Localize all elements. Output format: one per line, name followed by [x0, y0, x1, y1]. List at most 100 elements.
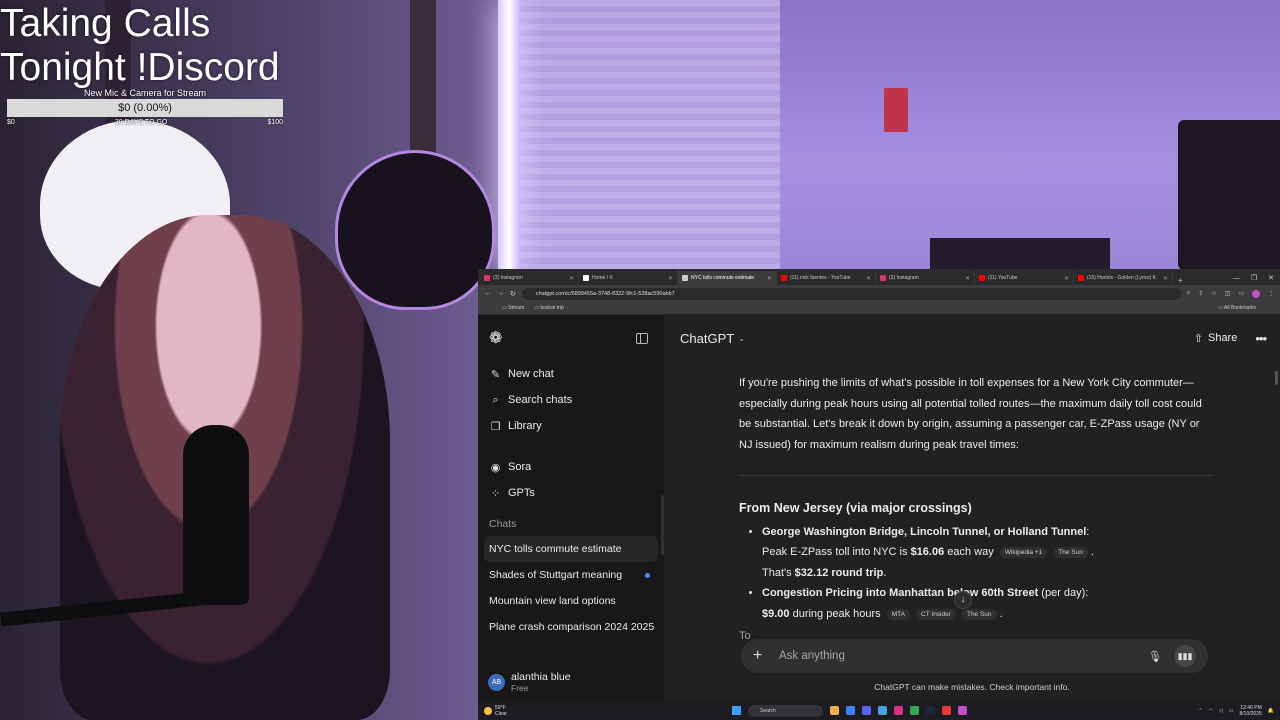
sidebar-item-library[interactable]: ❐ Library — [478, 413, 664, 439]
tab-strip: (3) Instagram ✕ Home / X ✕ NYC tolls commute… — [478, 269, 1280, 285]
zoom-icon[interactable]: ⌕ — [1187, 290, 1190, 298]
chevron-up-icon[interactable]: ⌃ — [1198, 708, 1202, 714]
all-bookmarks[interactable]: ▭ All Bookmarks — [1218, 305, 1256, 311]
steam-icon[interactable] — [926, 706, 935, 715]
notification-icon[interactable]: 🔔 — [1268, 708, 1274, 714]
edge-icon[interactable] — [846, 706, 855, 715]
donation-goal: New Mic & Camera for Stream $0 (0.00%) $… — [7, 88, 283, 126]
share-button[interactable]: ⇧ Share — [1194, 332, 1238, 345]
close-tab-icon[interactable]: ✕ — [668, 275, 673, 282]
forward-icon[interactable]: → — [497, 290, 504, 297]
tab-label: (15) Huntrix - Golden (Lyrics) K — [1087, 275, 1156, 281]
taskbar-search[interactable]: Search — [748, 704, 823, 717]
chrome-icon[interactable] — [910, 706, 919, 715]
favicon-icon — [484, 275, 490, 281]
tab-6[interactable]: (15) Huntrix - Golden (Lyrics) K ✕ — [1074, 271, 1173, 285]
close-icon[interactable]: ✕ — [1268, 274, 1274, 282]
tab-0[interactable]: (3) Instagram ✕ — [480, 271, 579, 285]
favicon-icon — [682, 275, 688, 281]
bookmark-stream[interactable]: ▭ Stream — [502, 305, 524, 311]
bookmark-boston-trip[interactable]: ▭ boston trip — [534, 305, 563, 311]
scroll-down-button[interactable]: ↓ — [954, 591, 972, 609]
model-selector[interactable]: ChatGPT ⌄ — [680, 331, 745, 346]
tab-2[interactable]: NYC tolls commute estimate ✕ — [678, 271, 777, 285]
list-item: George Washington Bridge, Lincoln Tunnel… — [762, 522, 1214, 584]
section-heading: From New Jersey (via major crossings) — [739, 501, 972, 515]
tab-label: (11) YouTube — [988, 275, 1018, 281]
profile-avatar[interactable] — [1252, 289, 1260, 298]
plus-icon[interactable]: + — [753, 647, 769, 665]
guitar-neck-black — [410, 0, 436, 170]
sidebar-item-sora[interactable]: ◉ Sora — [478, 454, 664, 480]
chat-item[interactable]: Plane crash comparison 2024 2025 — [484, 614, 658, 640]
windows-start-icon[interactable] — [732, 706, 741, 715]
tab-4[interactable]: (3) Instagram ✕ — [876, 271, 975, 285]
favicon-icon — [781, 275, 787, 281]
reload-icon[interactable]: ↻ — [510, 290, 516, 298]
close-tab-icon[interactable]: ✕ — [1163, 275, 1168, 282]
maximize-icon[interactable]: ❐ — [1251, 274, 1257, 282]
disclaimer: ChatGPT can make mistakes. Check importa… — [874, 682, 1070, 692]
user-profile[interactable]: AB alanthia blue Free — [478, 671, 664, 693]
wifi-icon[interactable]: ◠ — [1209, 708, 1213, 714]
openai-logo-icon[interactable]: ❁ — [489, 328, 502, 348]
bookmark-star-icon[interactable]: ☆ — [1211, 290, 1216, 298]
menu-icon[interactable]: ⋮ — [1268, 290, 1274, 298]
app-icon[interactable] — [894, 706, 903, 715]
new-tab-button[interactable]: + — [1173, 276, 1188, 285]
stream-title: Taking Calls Tonight !Discord — [0, 2, 280, 90]
weather-widget[interactable]: 59°F Clear — [478, 705, 658, 717]
source-chip[interactable]: The Sun — [961, 608, 997, 620]
avatar: AB — [488, 673, 505, 691]
volume-icon[interactable]: ◁ — [1219, 708, 1223, 714]
obs-icon[interactable] — [942, 706, 951, 715]
favicon-icon — [1078, 275, 1084, 281]
message-intro: If you're pushing the limits of what's p… — [739, 377, 1202, 451]
more-options-icon[interactable]: ••• — [1255, 331, 1267, 346]
minimize-icon[interactable]: — — [1233, 275, 1240, 282]
user-plan: Free — [511, 683, 529, 693]
share-page-icon[interactable]: ⇪ — [1198, 290, 1203, 298]
tab-1[interactable]: Home / X ✕ — [579, 271, 678, 285]
extensions-icon[interactable]: ◫ — [1225, 290, 1231, 298]
chat-item[interactable]: Shades of Stuttgart meaning — [484, 562, 658, 588]
sidebar-item-gpts[interactable]: ⁘ GPTs — [478, 480, 664, 506]
source-chip[interactable]: CT Insider — [916, 608, 956, 620]
close-tab-icon[interactable]: ✕ — [569, 275, 574, 282]
address-bar[interactable]: chatgpt.com/c/6899455a-3748-8322-9fc1-52… — [521, 287, 1181, 300]
tab-label: Home / X — [592, 275, 613, 281]
store-icon[interactable] — [878, 706, 887, 715]
source-chip[interactable]: MTA — [886, 608, 910, 620]
source-chip[interactable]: Wikipedia +1 — [999, 547, 1048, 558]
close-tab-icon[interactable]: ✕ — [965, 275, 970, 282]
close-tab-icon[interactable]: ✕ — [767, 275, 772, 282]
file-explorer-icon[interactable] — [830, 706, 839, 715]
sidebar-item-new-chat[interactable]: ✎ New chat — [478, 361, 664, 387]
prompt-input[interactable]: Ask anything — [779, 650, 1136, 662]
microphone-icon[interactable]: 🎙 — [1148, 650, 1162, 663]
tab-label: (3) Instagram — [889, 275, 919, 281]
close-tab-icon[interactable]: ✕ — [866, 275, 871, 282]
clock[interactable]: 12:46 PM 8/10/2025 — [1240, 705, 1262, 717]
back-icon[interactable]: ← — [484, 290, 491, 297]
tab-label: (11) nick fuentes - YouTube — [790, 275, 851, 281]
studio-speaker — [1178, 120, 1280, 270]
discord-icon[interactable] — [862, 706, 871, 715]
tab-5[interactable]: (11) YouTube ✕ — [975, 271, 1074, 285]
sidebar-item-search-chats[interactable]: ⌕ Search chats — [478, 387, 664, 413]
source-chip[interactable]: The Sun — [1053, 547, 1088, 558]
split-view-icon[interactable]: ▭ — [1238, 290, 1244, 298]
divider — [739, 475, 1214, 476]
voice-mode-icon[interactable]: ▮▮▮ — [1174, 645, 1196, 667]
microphone — [183, 425, 249, 605]
sora-icon: ◉ — [490, 461, 501, 474]
close-tab-icon[interactable]: ✕ — [1064, 275, 1069, 282]
chat-item[interactable]: Mountain view land options — [484, 588, 658, 614]
app-icon[interactable] — [958, 706, 967, 715]
toll-list: George Washington Bridge, Lincoln Tunnel… — [739, 522, 1214, 625]
chat-item[interactable]: NYC tolls commute estimate — [484, 536, 658, 562]
battery-icon[interactable]: ▭ — [1229, 708, 1234, 714]
sidebar-toggle-icon[interactable] — [636, 332, 648, 344]
conversation-scrollbar[interactable] — [1275, 371, 1278, 385]
tab-3[interactable]: (11) nick fuentes - YouTube ✕ — [777, 271, 876, 285]
